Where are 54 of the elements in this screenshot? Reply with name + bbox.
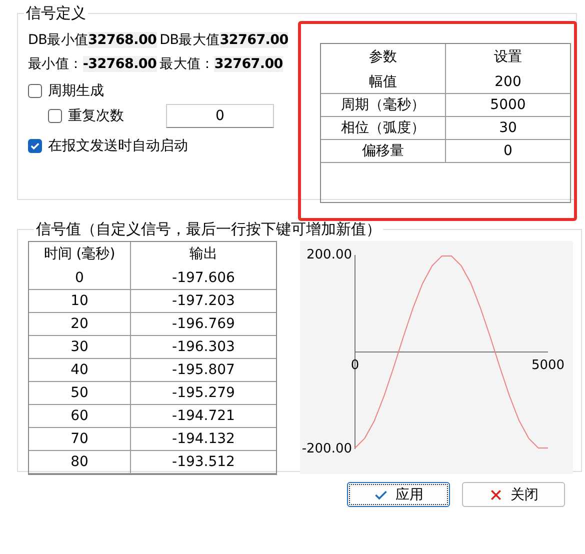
table-cell: -196.769 [131, 313, 276, 336]
axis-tick-label: -200.00 [302, 442, 352, 457]
table-cell: 幅值 [321, 71, 446, 94]
field-label: DB最小值 [28, 31, 88, 49]
column-header: 输出 [188, 245, 218, 264]
axis-tick-label: 5000 [531, 358, 565, 373]
table-cell: 30 [29, 336, 131, 359]
field-label: 最小值： [28, 55, 83, 73]
apply-button[interactable]: 应用 [347, 482, 450, 507]
table-cell: 60 [29, 405, 131, 428]
field-label: DB最大值 [160, 31, 220, 49]
checkbox-label: 周期生成 [48, 82, 104, 100]
table-cell: 40 [29, 359, 131, 382]
field-label: 最大值： [160, 55, 214, 73]
column-header: 参数 [321, 44, 446, 71]
repeat-count-field[interactable]: 0 [166, 104, 274, 128]
table-cell: -197.203 [131, 290, 276, 313]
group-title: 信号值（自定义信号，最后一行按下键可增加新值） [35, 220, 382, 239]
checkbox[interactable] [28, 84, 42, 98]
value-text: 32768.00 [88, 32, 157, 48]
table-cell: 200 [446, 71, 570, 94]
value-text: 32767.00 [220, 32, 288, 48]
table-cell: 0 [29, 267, 131, 290]
table-cell: -195.807 [131, 359, 276, 382]
table-cell: 70 [29, 428, 131, 451]
checkbox-label: 重复次数 [68, 107, 125, 125]
axis-tick-label: 200.00 [306, 248, 352, 263]
table-cell: 0 [446, 140, 570, 163]
table-cell: 30 [446, 117, 570, 140]
table-cell: 偏移量 [321, 140, 446, 163]
table-cell: -194.132 [131, 428, 276, 451]
table-cell: -195.279 [131, 382, 276, 405]
group-title: 信号定义 [25, 4, 87, 23]
table-cell: -194.721 [131, 405, 276, 428]
value-text: 32767.00 [214, 56, 283, 72]
checkbox[interactable] [48, 109, 62, 123]
column-header: 设置 [493, 48, 523, 67]
close-button[interactable]: 关闭 [462, 482, 565, 507]
table-cell: -196.303 [131, 336, 276, 359]
table-cell: 80 [29, 451, 131, 474]
table-cell: 50 [29, 382, 131, 405]
checkbox-label: 在报文发送时自动启动 [48, 137, 188, 155]
table-cell: -193.512 [131, 451, 276, 474]
table-cell: 20 [29, 313, 131, 336]
table-cell: -197.606 [131, 267, 276, 290]
table-cell: 周期（毫秒） [321, 94, 446, 117]
column-header: 时间 (毫秒) [29, 242, 131, 267]
checkbox[interactable] [28, 139, 42, 153]
table-cell: 相位（弧度） [321, 117, 446, 140]
close-icon [488, 488, 502, 502]
axis-tick-label: 0 [350, 358, 360, 373]
value-text: -32768.00 [82, 56, 157, 72]
table-cell: 5000 [446, 94, 570, 117]
table-cell: 10 [29, 290, 131, 313]
